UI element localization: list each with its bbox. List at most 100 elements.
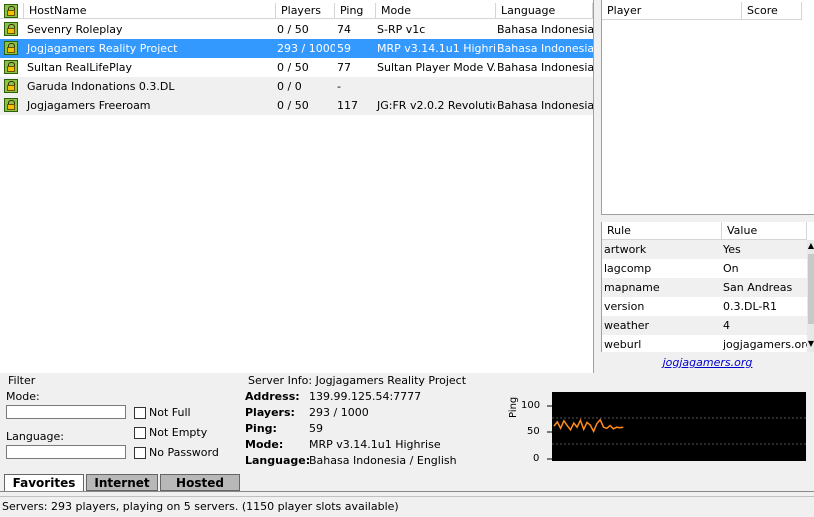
rule-row: weather 4 — [602, 316, 807, 335]
server-ping: - — [337, 80, 341, 93]
ping-axis-label: Ping — [508, 396, 519, 418]
column-header-mode[interactable]: Mode — [376, 3, 496, 19]
server-info-panel: Server Info: Jogjagamers Reality Project… — [240, 373, 510, 471]
server-language: Bahasa Indonesia — [497, 61, 593, 74]
server-mode: Sultan Player Mode V.1 — [377, 61, 495, 74]
server-ping: 77 — [337, 61, 351, 74]
server-hostname: Jogjagamers Reality Project — [27, 42, 178, 55]
language-filter-input[interactable] — [6, 445, 126, 459]
column-header-players[interactable]: Players — [276, 3, 335, 19]
lock-icon — [4, 98, 18, 112]
rule-row: version 0.3.DL-R1 — [602, 297, 807, 316]
ping-graph — [547, 392, 806, 461]
server-hostname: Sevenry Roleplay — [27, 23, 123, 36]
players-panel[interactable]: Player Score — [601, 0, 814, 215]
server-mode: JG:FR v2.0.2 Revolution — [377, 99, 495, 112]
rule-row: weburl jogjagamers.org — [602, 335, 813, 354]
rules-scrollbar[interactable]: ▲ ▼ — [807, 240, 814, 352]
server-hostname: Jogjagamers Freeroam — [27, 99, 151, 112]
rule-name: lagcomp — [604, 262, 652, 275]
server-row[interactable]: Jogjagamers Freeroam 0 / 50 117 JG:FR v2… — [0, 96, 593, 115]
rule-row: mapname San Andreas — [602, 278, 807, 297]
lock-icon — [4, 4, 18, 18]
weburl-link[interactable]: jogjagamers.org — [601, 356, 814, 369]
server-row[interactable]: Garuda Indonations 0.3.DL 0 / 0 - — [0, 77, 593, 96]
server-language: Bahasa Indonesia — [497, 23, 593, 36]
column-header-ping[interactable]: Ping — [335, 3, 376, 19]
column-header-rule[interactable]: Rule — [602, 222, 722, 240]
rule-value: jogjagamers.org — [723, 338, 813, 351]
server-list[interactable]: HostName Players Ping Mode Language Seve… — [0, 0, 594, 373]
mode-label: Mode: — [245, 438, 284, 451]
not-empty-label: Not Empty — [149, 426, 208, 439]
not-full-label: Not Full — [149, 406, 191, 419]
scroll-up-icon[interactable]: ▲ — [807, 242, 814, 250]
not-full-checkbox[interactable] — [134, 407, 146, 419]
tab-hosted[interactable]: Hosted — [160, 474, 240, 491]
scroll-down-icon[interactable]: ▼ — [807, 340, 814, 348]
server-ping: 74 — [337, 23, 351, 36]
tab-divider — [0, 491, 814, 492]
rule-name: mapname — [604, 281, 660, 294]
rule-name: artwork — [604, 243, 647, 256]
scrollbar-thumb[interactable] — [808, 254, 814, 324]
lock-icon — [4, 41, 18, 55]
address-label: Address: — [245, 390, 300, 403]
server-players: 293 / 1000 — [277, 42, 335, 55]
language-label: Language: — [6, 430, 64, 443]
column-header-hostname[interactable]: HostName — [24, 3, 276, 19]
ping-tick-100: 100 — [521, 400, 541, 411]
ping-graph-background — [552, 392, 806, 461]
mode-value: MRP v3.14.1u1 Highrise — [309, 438, 441, 451]
rule-row: lagcomp On — [602, 259, 807, 278]
tab-favorites[interactable]: Favorites — [4, 474, 84, 491]
lock-column-header[interactable] — [0, 3, 24, 19]
lock-icon — [4, 22, 18, 36]
filter-title: Filter — [8, 374, 36, 387]
rule-value: On — [723, 262, 739, 275]
ping-tick-50: 50 — [527, 426, 540, 437]
tab-internet[interactable]: Internet — [86, 474, 158, 491]
column-header-language[interactable]: Language — [496, 3, 593, 19]
server-language: Bahasa Indonesia — [497, 42, 593, 55]
address-value: 139.99.125.54:7777 — [309, 390, 422, 403]
server-hostname: Sultan RealLifePlay — [27, 61, 133, 74]
server-language: Bahasa Indonesia — [497, 99, 593, 112]
server-row[interactable]: Sultan RealLifePlay 0 / 50 77 Sultan Pla… — [0, 58, 593, 77]
rule-name: version — [604, 300, 645, 313]
server-row-selected[interactable]: Jogjagamers Reality Project 293 / 1000 5… — [0, 39, 593, 58]
mode-filter-input[interactable] — [6, 405, 126, 419]
server-mode — [374, 77, 495, 96]
server-ping: 59 — [337, 42, 351, 55]
rule-value: 4 — [723, 319, 730, 332]
server-players: 0 / 0 — [277, 80, 302, 93]
lock-icon — [4, 60, 18, 74]
language-value: Bahasa Indonesia / English — [309, 454, 457, 467]
ping-value: 59 — [309, 422, 323, 435]
rules-panel[interactable]: Rule Value artwork Yes lagcomp On mapnam… — [601, 222, 814, 352]
column-header-score[interactable]: Score — [742, 2, 802, 20]
mode-label: Mode: — [6, 390, 40, 403]
not-empty-checkbox[interactable] — [134, 427, 146, 439]
server-players: 0 / 50 — [277, 61, 309, 74]
no-password-label: No Password — [149, 446, 219, 459]
server-mode: S-RP v1c — [377, 23, 426, 36]
server-ping: 117 — [337, 99, 358, 112]
lock-icon — [4, 79, 18, 93]
server-players: 0 / 50 — [277, 99, 309, 112]
status-bar: Servers: 293 players, playing on 5 serve… — [0, 496, 814, 517]
server-language — [494, 77, 593, 96]
server-row[interactable]: Sevenry Roleplay 0 / 50 74 S-RP v1c Baha… — [0, 20, 593, 39]
server-players: 0 / 50 — [277, 23, 309, 36]
column-header-value[interactable]: Value — [722, 222, 807, 240]
rule-name: weather — [604, 319, 650, 332]
players-value: 293 / 1000 — [309, 406, 369, 419]
rule-row: artwork Yes — [602, 240, 807, 259]
column-header-player[interactable]: Player — [602, 2, 742, 20]
server-mode: MRP v3.14.1u1 Highrise — [377, 42, 495, 55]
server-info-title: Server Info: Jogjagamers Reality Project — [248, 374, 467, 387]
no-password-checkbox[interactable] — [134, 447, 146, 459]
rule-name: weburl — [604, 338, 642, 351]
rule-value: San Andreas — [723, 281, 793, 294]
players-label: Players: — [245, 406, 295, 419]
